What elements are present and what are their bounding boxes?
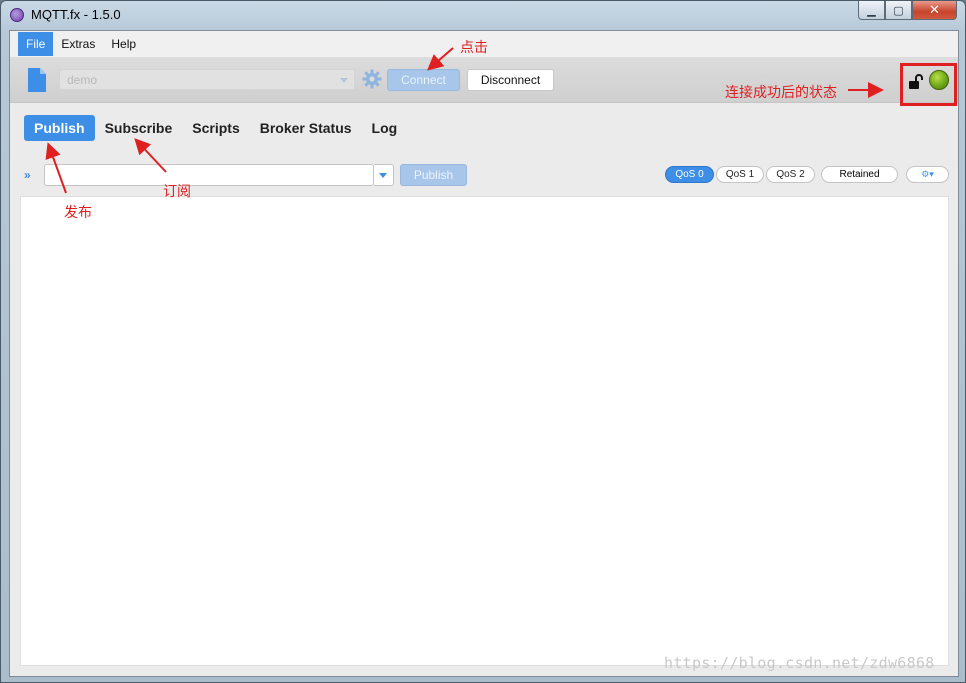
annotation-status: 连接成功后的状态 bbox=[725, 85, 837, 101]
qos-1-toggle[interactable]: QoS 1 bbox=[716, 166, 764, 183]
unlocked-icon bbox=[909, 74, 923, 89]
status-led-icon bbox=[929, 70, 949, 90]
message-editor[interactable] bbox=[20, 196, 949, 666]
minimize-icon: ▁ bbox=[867, 4, 876, 17]
options-dropdown-button[interactable]: ⚙▾ bbox=[906, 166, 949, 183]
tab-log[interactable]: Log bbox=[362, 115, 408, 141]
annotation-publish: 发布 bbox=[64, 205, 92, 221]
gear-icon[interactable] bbox=[362, 69, 382, 89]
file-icon[interactable] bbox=[26, 68, 48, 92]
menu-help[interactable]: Help bbox=[103, 32, 144, 56]
annotation-click: 点击 bbox=[460, 40, 488, 56]
close-icon: ✕ bbox=[929, 2, 940, 17]
publish-button[interactable]: Publish bbox=[400, 164, 467, 186]
mqttfx-logo-icon bbox=[10, 8, 24, 22]
tab-publish[interactable]: Publish bbox=[24, 115, 95, 141]
publish-toolbar: » Publish QoS 0 QoS 1 QoS 2 Retained ⚙▾ bbox=[10, 162, 958, 188]
settings-icon: ⚙▾ bbox=[921, 169, 934, 179]
disconnect-button[interactable]: Disconnect bbox=[467, 69, 554, 91]
tab-scripts[interactable]: Scripts bbox=[182, 115, 249, 141]
watermark: https://blog.csdn.net/zdw6868 bbox=[664, 654, 935, 672]
annotation-subscribe: 订阅 bbox=[163, 184, 191, 200]
menu-file[interactable]: File bbox=[18, 32, 54, 56]
connect-button[interactable]: Connect bbox=[387, 69, 460, 91]
profile-value: demo bbox=[67, 73, 98, 87]
connection-status-highlight bbox=[900, 63, 957, 106]
menu-extras[interactable]: Extras bbox=[53, 32, 103, 56]
main-tabs: Publish Subscribe Scripts Broker Status … bbox=[24, 115, 407, 141]
client-area: File Extras Help demo Connect Disconnect… bbox=[9, 30, 959, 677]
maximize-button[interactable]: ▢ bbox=[885, 1, 912, 20]
qos-2-toggle[interactable]: QoS 2 bbox=[766, 166, 815, 183]
app-window: MQTT.fx - 1.5.0 ▁ ▢ ✕ File Extras Help d… bbox=[0, 0, 966, 683]
retained-toggle[interactable]: Retained bbox=[821, 166, 898, 183]
title-bar[interactable]: MQTT.fx - 1.5.0 ▁ ▢ ✕ bbox=[1, 1, 965, 29]
topic-dropdown-button[interactable] bbox=[374, 164, 394, 186]
minimize-button[interactable]: ▁ bbox=[858, 1, 885, 20]
window-title: MQTT.fx - 1.5.0 bbox=[31, 7, 121, 22]
tab-broker-status[interactable]: Broker Status bbox=[250, 115, 362, 141]
connection-profile-select[interactable]: demo bbox=[59, 69, 355, 90]
qos-0-toggle[interactable]: QoS 0 bbox=[665, 166, 714, 183]
maximize-icon: ▢ bbox=[893, 4, 904, 17]
tab-subscribe[interactable]: Subscribe bbox=[95, 115, 183, 141]
topic-input[interactable] bbox=[44, 164, 374, 186]
double-chevron-right-icon[interactable]: » bbox=[24, 168, 31, 182]
chevron-down-icon bbox=[340, 78, 348, 83]
close-button[interactable]: ✕ bbox=[912, 1, 957, 20]
